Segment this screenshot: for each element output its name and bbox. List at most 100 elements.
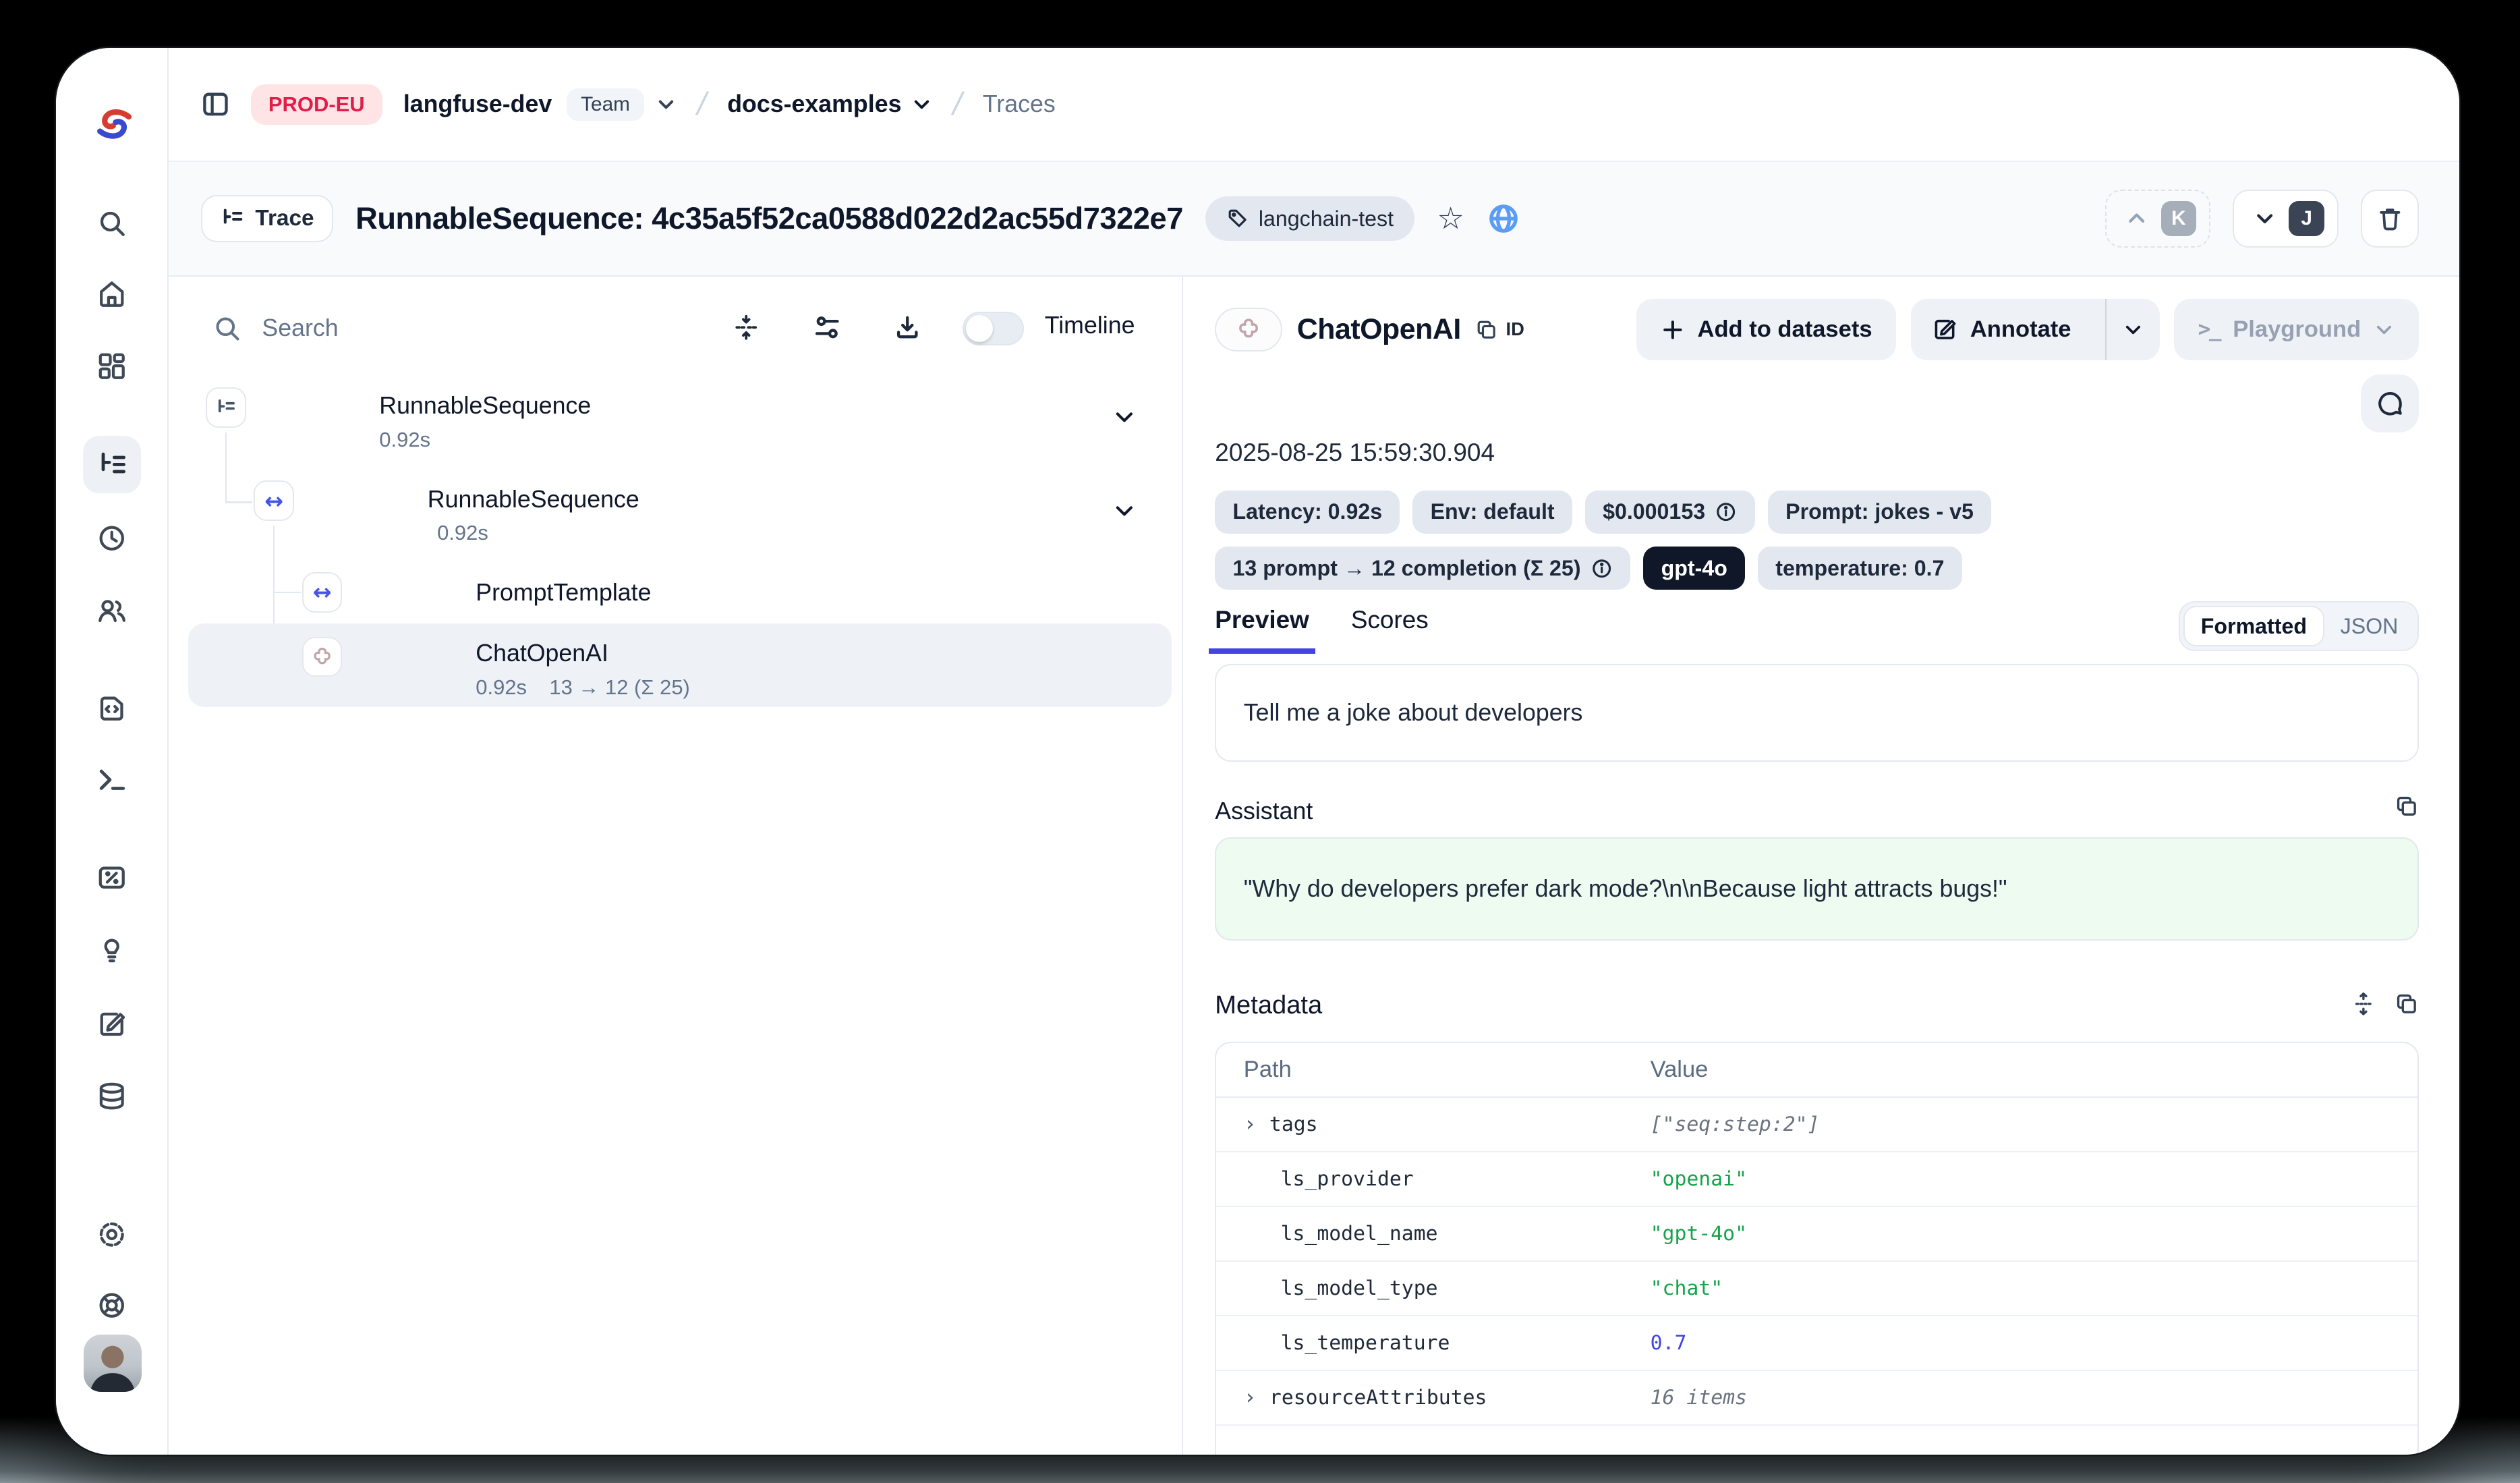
chevron-down-icon xyxy=(2123,319,2144,340)
collapse-all-icon[interactable] xyxy=(733,314,760,341)
sidebar-search-icon[interactable] xyxy=(83,194,141,252)
info-icon[interactable] xyxy=(1715,501,1737,523)
shortcut-key-k: K xyxy=(2161,201,2196,236)
sidebar-tracing-icon[interactable] xyxy=(83,436,141,494)
trace-type-badge: Trace xyxy=(201,195,333,243)
model-badge: gpt-4o xyxy=(1643,547,1745,590)
trace-tag-chip[interactable]: langchain-test xyxy=(1205,196,1414,241)
pencil-square-icon xyxy=(1932,316,1957,342)
breadcrumb-project[interactable]: docs-examples xyxy=(727,90,932,118)
env-badge: Env: default xyxy=(1412,491,1572,534)
openai-node-icon xyxy=(302,637,343,677)
search-input[interactable] xyxy=(262,307,712,349)
sidebar-users-icon[interactable] xyxy=(83,582,141,640)
info-icon[interactable] xyxy=(1591,557,1613,580)
chevron-up-icon xyxy=(2125,207,2148,229)
breadcrumb-separator: / xyxy=(949,86,966,123)
comments-button[interactable] xyxy=(2361,374,2419,432)
tag-icon xyxy=(1226,207,1249,229)
timeline-label: Timeline xyxy=(1045,312,1135,339)
sidebar-datasets-icon[interactable] xyxy=(83,1067,141,1125)
expand-row-icon[interactable]: › xyxy=(1244,1385,1258,1409)
badge-row-1: Latency: 0.92s Env: default $0.000153 Pr… xyxy=(1215,491,1991,534)
timeline-toggle[interactable] xyxy=(963,312,1024,345)
expand-metadata-icon[interactable] xyxy=(2351,992,2376,1016)
bookmark-star-icon[interactable]: ☆ xyxy=(1437,203,1464,233)
span-node-icon: ↔ xyxy=(302,572,343,613)
breadcrumb-org[interactable]: langfuse-dev xyxy=(403,90,552,118)
chat-bubble-icon xyxy=(2376,389,2405,418)
app-window: PROD-EU langfuse-dev Team / docs-example… xyxy=(56,48,2459,1455)
add-to-datasets-button[interactable]: Add to datasets xyxy=(1636,299,1896,360)
annotate-dropdown[interactable] xyxy=(2105,299,2160,360)
collapse-chevron-icon[interactable] xyxy=(1112,499,1137,523)
metadata-row-ls-temperature: ls_temperature 0.7 xyxy=(1216,1316,2417,1371)
copy-id-icon[interactable] xyxy=(1475,318,1497,341)
download-icon[interactable] xyxy=(894,314,921,341)
sidebar-prompts-icon[interactable] xyxy=(83,678,141,736)
sidebar-llm-judge-icon[interactable] xyxy=(83,921,141,979)
playground-button[interactable]: >_ Playground xyxy=(2174,299,2419,360)
sidebar-sessions-icon[interactable] xyxy=(83,509,141,567)
observation-timestamp: 2025-08-25 15:59:30.904 xyxy=(1215,439,1495,467)
observation-header: ChatOpenAI ID Add to datasets Annotate >… xyxy=(1215,299,2419,360)
trace-tree-icon xyxy=(220,206,244,231)
column-value: Value xyxy=(1651,1057,1709,1083)
annotate-button[interactable]: Annotate xyxy=(1911,299,2160,360)
metadata-table-header: Path Value xyxy=(1216,1043,2417,1098)
metadata-row-ls-provider: ls_provider "openai" xyxy=(1216,1152,2417,1207)
column-path: Path xyxy=(1216,1057,1650,1083)
tree-connector xyxy=(225,501,253,503)
assistant-message-text: "Why do developers prefer dark mode?\n\n… xyxy=(1244,875,2007,903)
copy-metadata-icon[interactable] xyxy=(2395,992,2419,1016)
sidebar-playground-icon[interactable] xyxy=(83,751,141,809)
tab-scores[interactable]: Scores xyxy=(1351,606,1429,654)
sidebar-support-icon[interactable] xyxy=(83,1277,141,1335)
panel-toggle-icon[interactable] xyxy=(201,90,230,119)
badge-row-2: 13 prompt → 12 completion (Σ 25) gpt-4o … xyxy=(1215,547,1961,590)
metadata-table: Path Value ›tags ["seq:step:2"] ls_provi… xyxy=(1215,1042,2419,1455)
chevron-down-icon xyxy=(2374,319,2395,340)
latency-badge: Latency: 0.92s xyxy=(1215,491,1400,534)
copy-output-icon[interactable] xyxy=(2395,794,2419,818)
metadata-heading: Metadata xyxy=(1215,990,1322,1020)
sidebar-settings-icon[interactable] xyxy=(83,1206,141,1264)
metadata-row-tags: ›tags ["seq:step:2"] xyxy=(1216,1098,2417,1152)
search-icon xyxy=(212,314,241,343)
environment-badge[interactable]: PROD-EU xyxy=(251,84,382,125)
prompt-badge[interactable]: Prompt: jokes - v5 xyxy=(1768,491,1991,534)
tree-connector xyxy=(225,432,227,503)
format-toggle: Formatted JSON xyxy=(2179,601,2419,651)
format-option-json[interactable]: JSON xyxy=(2324,606,2414,646)
prev-trace-button[interactable]: K xyxy=(2105,190,2210,248)
plus-icon xyxy=(1661,318,1685,342)
view-options-icon[interactable] xyxy=(813,314,841,341)
trace-title: RunnableSequence: 4c35a5f52ca0588d022d2a… xyxy=(355,201,1183,236)
expand-row-icon[interactable]: › xyxy=(1244,1112,1258,1136)
org-chevron-down-icon[interactable] xyxy=(656,94,677,115)
breadcrumb-page[interactable]: Traces xyxy=(983,90,1056,118)
metadata-row-ls-model-name: ls_model_name "gpt-4o" xyxy=(1216,1207,2417,1262)
metadata-row-ls-model-type: ls_model_type "chat" xyxy=(1216,1262,2417,1316)
openai-model-icon xyxy=(1215,308,1282,351)
input-message-text: Tell me a joke about developers xyxy=(1244,699,1583,727)
sidebar-home-icon[interactable] xyxy=(83,265,141,323)
delete-trace-button[interactable] xyxy=(2361,190,2419,248)
tab-preview[interactable]: Preview xyxy=(1215,606,1309,654)
observation-title: ChatOpenAI xyxy=(1297,313,1461,346)
org-role-badge[interactable]: Team xyxy=(567,88,645,121)
collapse-chevron-icon[interactable] xyxy=(1112,405,1137,429)
public-globe-icon[interactable] xyxy=(1487,202,1520,235)
sidebar-dashboard-icon[interactable] xyxy=(83,337,141,395)
assistant-label: Assistant xyxy=(1215,798,1313,825)
format-option-formatted[interactable]: Formatted xyxy=(2183,606,2324,646)
observation-detail-panel: ChatOpenAI ID Add to datasets Annotate >… xyxy=(1184,277,2459,1455)
sidebar-evaluations-icon[interactable] xyxy=(83,849,141,907)
tree-search-row: Timeline xyxy=(169,296,1181,360)
cost-badge: $0.000153 xyxy=(1585,491,1755,534)
next-trace-button[interactable]: J xyxy=(2233,190,2338,248)
span-node-icon: ↔ xyxy=(254,480,294,521)
trace-header: Trace RunnableSequence: 4c35a5f52ca0588d… xyxy=(169,161,2459,277)
user-avatar[interactable] xyxy=(84,1335,142,1393)
sidebar-annotation-icon[interactable] xyxy=(83,995,141,1053)
